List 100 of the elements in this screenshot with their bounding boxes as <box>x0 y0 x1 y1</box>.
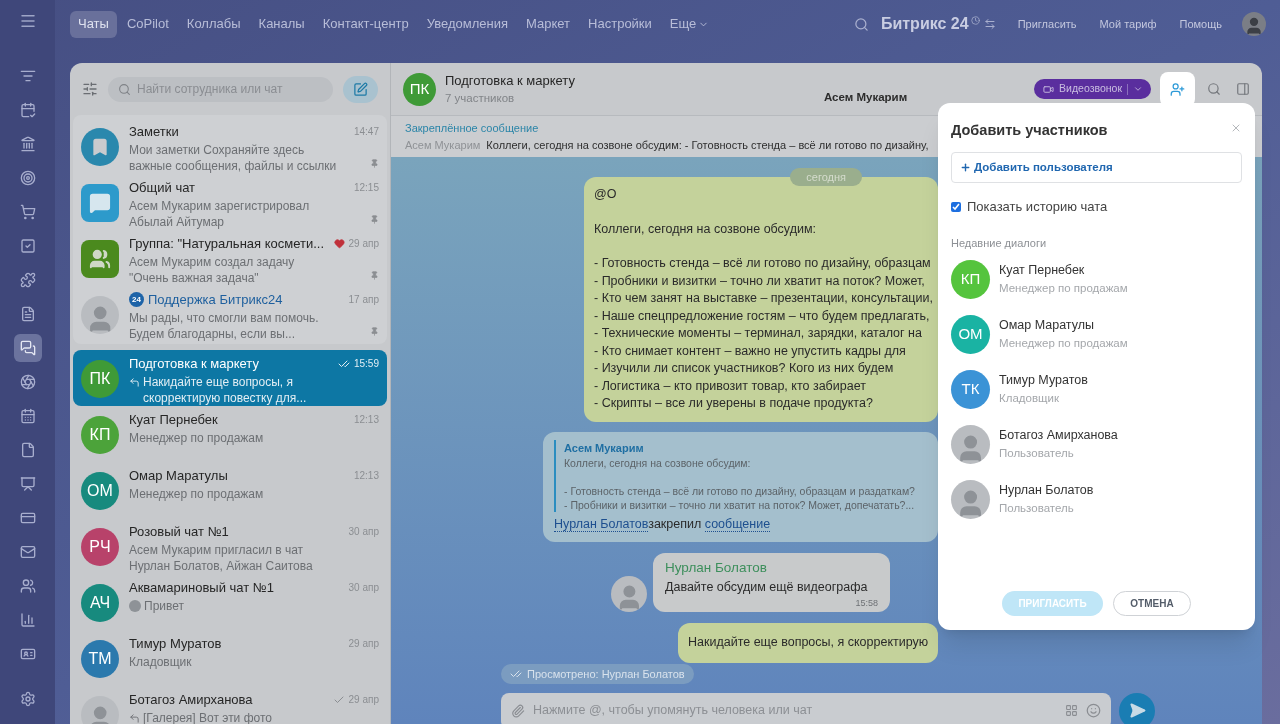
nav-tab[interactable]: Настройки <box>580 10 660 38</box>
add-user-field[interactable]: Добавить пользователя <box>951 151 1242 183</box>
nav-tab[interactable]: Маркет <box>518 10 579 38</box>
chat-time: 12:15 <box>353 181 379 196</box>
chat-title: Подготовка к маркету <box>129 355 259 373</box>
chat-list-item[interactable]: Группа: "Натуральная космети... 29 апр Асем Мукарим создал задачу "Очень важная задача" <box>73 230 387 286</box>
settings-icon[interactable] <box>19 691 36 707</box>
user-row[interactable]: ОМ Омар Маратулы Менеджер по продажам <box>951 314 1242 354</box>
chat-time: 15:59 <box>353 357 379 372</box>
chat-preview: Менеджер по продажам <box>129 485 264 502</box>
avatar-silhouette-icon <box>611 576 647 613</box>
user-row[interactable]: Нурлан Болатов Пользователь <box>951 479 1242 519</box>
avatar-silhouette-icon <box>81 296 119 334</box>
checkbox-label: Показать историю чата <box>967 197 1108 216</box>
chat-preview: Привет <box>144 597 184 614</box>
pin-notice-text: Нурлан Болатовзакрепил сообщение <box>554 516 772 534</box>
dialog-title: Добавить участников <box>951 121 1109 140</box>
user-avatar-icon[interactable] <box>1242 12 1266 36</box>
user-name: Куат Пернебек <box>999 262 1086 280</box>
video-call-button[interactable]: Видеозвонок <box>1034 79 1151 99</box>
chat-preview: Кладовщик <box>129 653 192 670</box>
nav-tab[interactable]: CoPilot <box>118 10 177 38</box>
chat-preview: [Галерея] Вот эти фото <box>143 709 272 724</box>
user-link[interactable]: Нурлан Болатов <box>554 517 649 532</box>
chat-title: Розовый чат №1 <box>129 523 229 541</box>
chat-title: Заметки <box>129 123 179 141</box>
chat-preview: Накидайте еще вопросы, я скорректирую повестку для... <box>143 373 308 406</box>
date-pill: сегодня <box>790 168 862 186</box>
chat-preview: Мы рады, что смогли вам помочь. Будем благодарны, если вы... <box>129 309 320 342</box>
caret-icon <box>1133 84 1143 94</box>
avatar: РЧ <box>81 528 119 566</box>
bookmark-avatar-icon <box>81 128 119 166</box>
chat-list-item[interactable]: Общий чат 12:15 Асем Мукарим зарегистрировал Абылай Айтумар <box>73 174 387 230</box>
search-icon[interactable] <box>1207 82 1221 96</box>
quote-text: - Готовность стенда – всё ли готово по дизайну, образцам и раздаткам? - Пробники и визитки – точно ли хватит на поток? Может, допечатать?... <box>564 484 916 512</box>
quote-text: Коллеги, сегодня на созвоне обсудим: <box>564 456 752 470</box>
plus-icon <box>960 161 971 173</box>
chat-list-item[interactable]: ОМ Омар Маратулы 12:13 Менеджер по продажам <box>73 462 387 518</box>
chat-preview: Асем Мукарим пригласил в чат Нурлан Болатов, Айжан Саитова <box>129 541 314 574</box>
avatar-silhouette-icon <box>951 479 990 519</box>
user-role: Менеджер по продажам <box>999 336 1128 351</box>
chat-list-item[interactable]: Заметки 14:47 Мои заметки Сохраняйте здесь важные сообщения, файлы и ссылки <box>73 118 387 174</box>
search-icon[interactable] <box>853 16 869 32</box>
message-link[interactable]: сообщение <box>704 517 771 532</box>
chat-title: Ботагоз Амирханова <box>129 691 253 709</box>
history-checkbox[interactable] <box>951 201 961 212</box>
grid-icon[interactable] <box>1065 704 1078 718</box>
user-row[interactable]: ТК Тимур Муратов Кладовщик <box>951 369 1242 409</box>
nav-tab[interactable]: Каналы <box>250 10 313 38</box>
top-link[interactable]: Мой тариф <box>1099 15 1157 33</box>
menu-icon[interactable] <box>18 12 37 30</box>
pin-icon <box>370 158 379 168</box>
chat-list-item[interactable]: ПК Подготовка к маркету 15:59 Накидайте еще вопросы, я скорректирую повестку для... <box>73 350 387 406</box>
chat-time: 12:13 <box>353 469 379 484</box>
message-text: @О <box>594 186 618 203</box>
message-text: Накидайте еще вопросы, я скорректирую <box>688 634 928 652</box>
logo: Битрикс 24 <box>880 14 969 34</box>
camera-icon <box>1043 83 1055 95</box>
new-chat-button[interactable] <box>343 75 378 103</box>
group-avatar-icon <box>81 240 119 278</box>
message-time: 15:58 <box>855 596 878 610</box>
chat-time: 14:47 <box>353 125 379 140</box>
avatar: ОМ <box>81 472 119 510</box>
user-role: Пользователь <box>999 446 1075 461</box>
nav-tab[interactable]: Еще <box>661 10 718 38</box>
user-name: Нурлан Болатов <box>999 482 1094 500</box>
user-role: Пользователь <box>999 501 1075 516</box>
avatar: АЧ <box>81 584 119 622</box>
chat-bubbles-icon[interactable] <box>13 334 42 362</box>
chat-list-item[interactable]: 24 Поддержка Битрикс24 17 апр Мы рады, что смогли вам помочь. Будем благодарны, если вы... <box>73 286 387 342</box>
user-row[interactable]: Ботагоз Амирханова Пользователь <box>951 424 1242 464</box>
panel-toggle-icon[interactable] <box>1236 82 1250 96</box>
user-name: Тимур Муратов <box>999 372 1088 390</box>
chat-title: Группа: "Натуральная космети... <box>129 235 325 253</box>
user-name: Омар Маратулы <box>999 317 1095 335</box>
swap-icon[interactable] <box>983 18 996 30</box>
avatar: ПК <box>403 72 436 106</box>
top-link[interactable]: Пригласить <box>1017 15 1077 33</box>
chat-preview: Мои заметки Сохраняйте здесь важные сообщения, файлы и ссылки <box>129 141 337 174</box>
filter-icon[interactable] <box>82 81 98 97</box>
send-button[interactable] <box>1119 692 1155 724</box>
smile-icon[interactable] <box>1086 703 1101 719</box>
chat-list-item[interactable]: КП Куат Пернебек 12:13 Менеджер по продажам <box>73 406 387 462</box>
message-author: Нурлан Болатов <box>665 558 768 577</box>
paperclip-icon[interactable] <box>511 703 525 718</box>
chat-preview: Асем Мукарим зарегистрировал Абылай Айтумар <box>129 197 311 230</box>
top-link[interactable]: Помощь <box>1179 15 1222 33</box>
nav-tab[interactable]: Коллабы <box>178 10 249 38</box>
nav-tab[interactable]: Контакт-центр <box>314 10 417 38</box>
send-icon <box>1128 702 1146 720</box>
chat-title: Поддержка Битрикс24 <box>148 291 283 309</box>
user-row[interactable]: КП Куат Пернебек Менеджер по продажам <box>951 259 1242 299</box>
nav-tab[interactable]: Чаты <box>70 10 117 38</box>
avatar-silhouette-icon <box>951 424 990 464</box>
avatar: ТК <box>951 369 990 409</box>
chat-avatar-icon <box>81 184 119 222</box>
pinned-author: Асем Мукарим <box>405 137 481 153</box>
pin-icon <box>370 326 379 336</box>
message-text: Коллеги, сегодня на созвоне обсудим: <box>594 220 818 238</box>
nav-tab[interactable]: Уведомления <box>418 10 517 38</box>
